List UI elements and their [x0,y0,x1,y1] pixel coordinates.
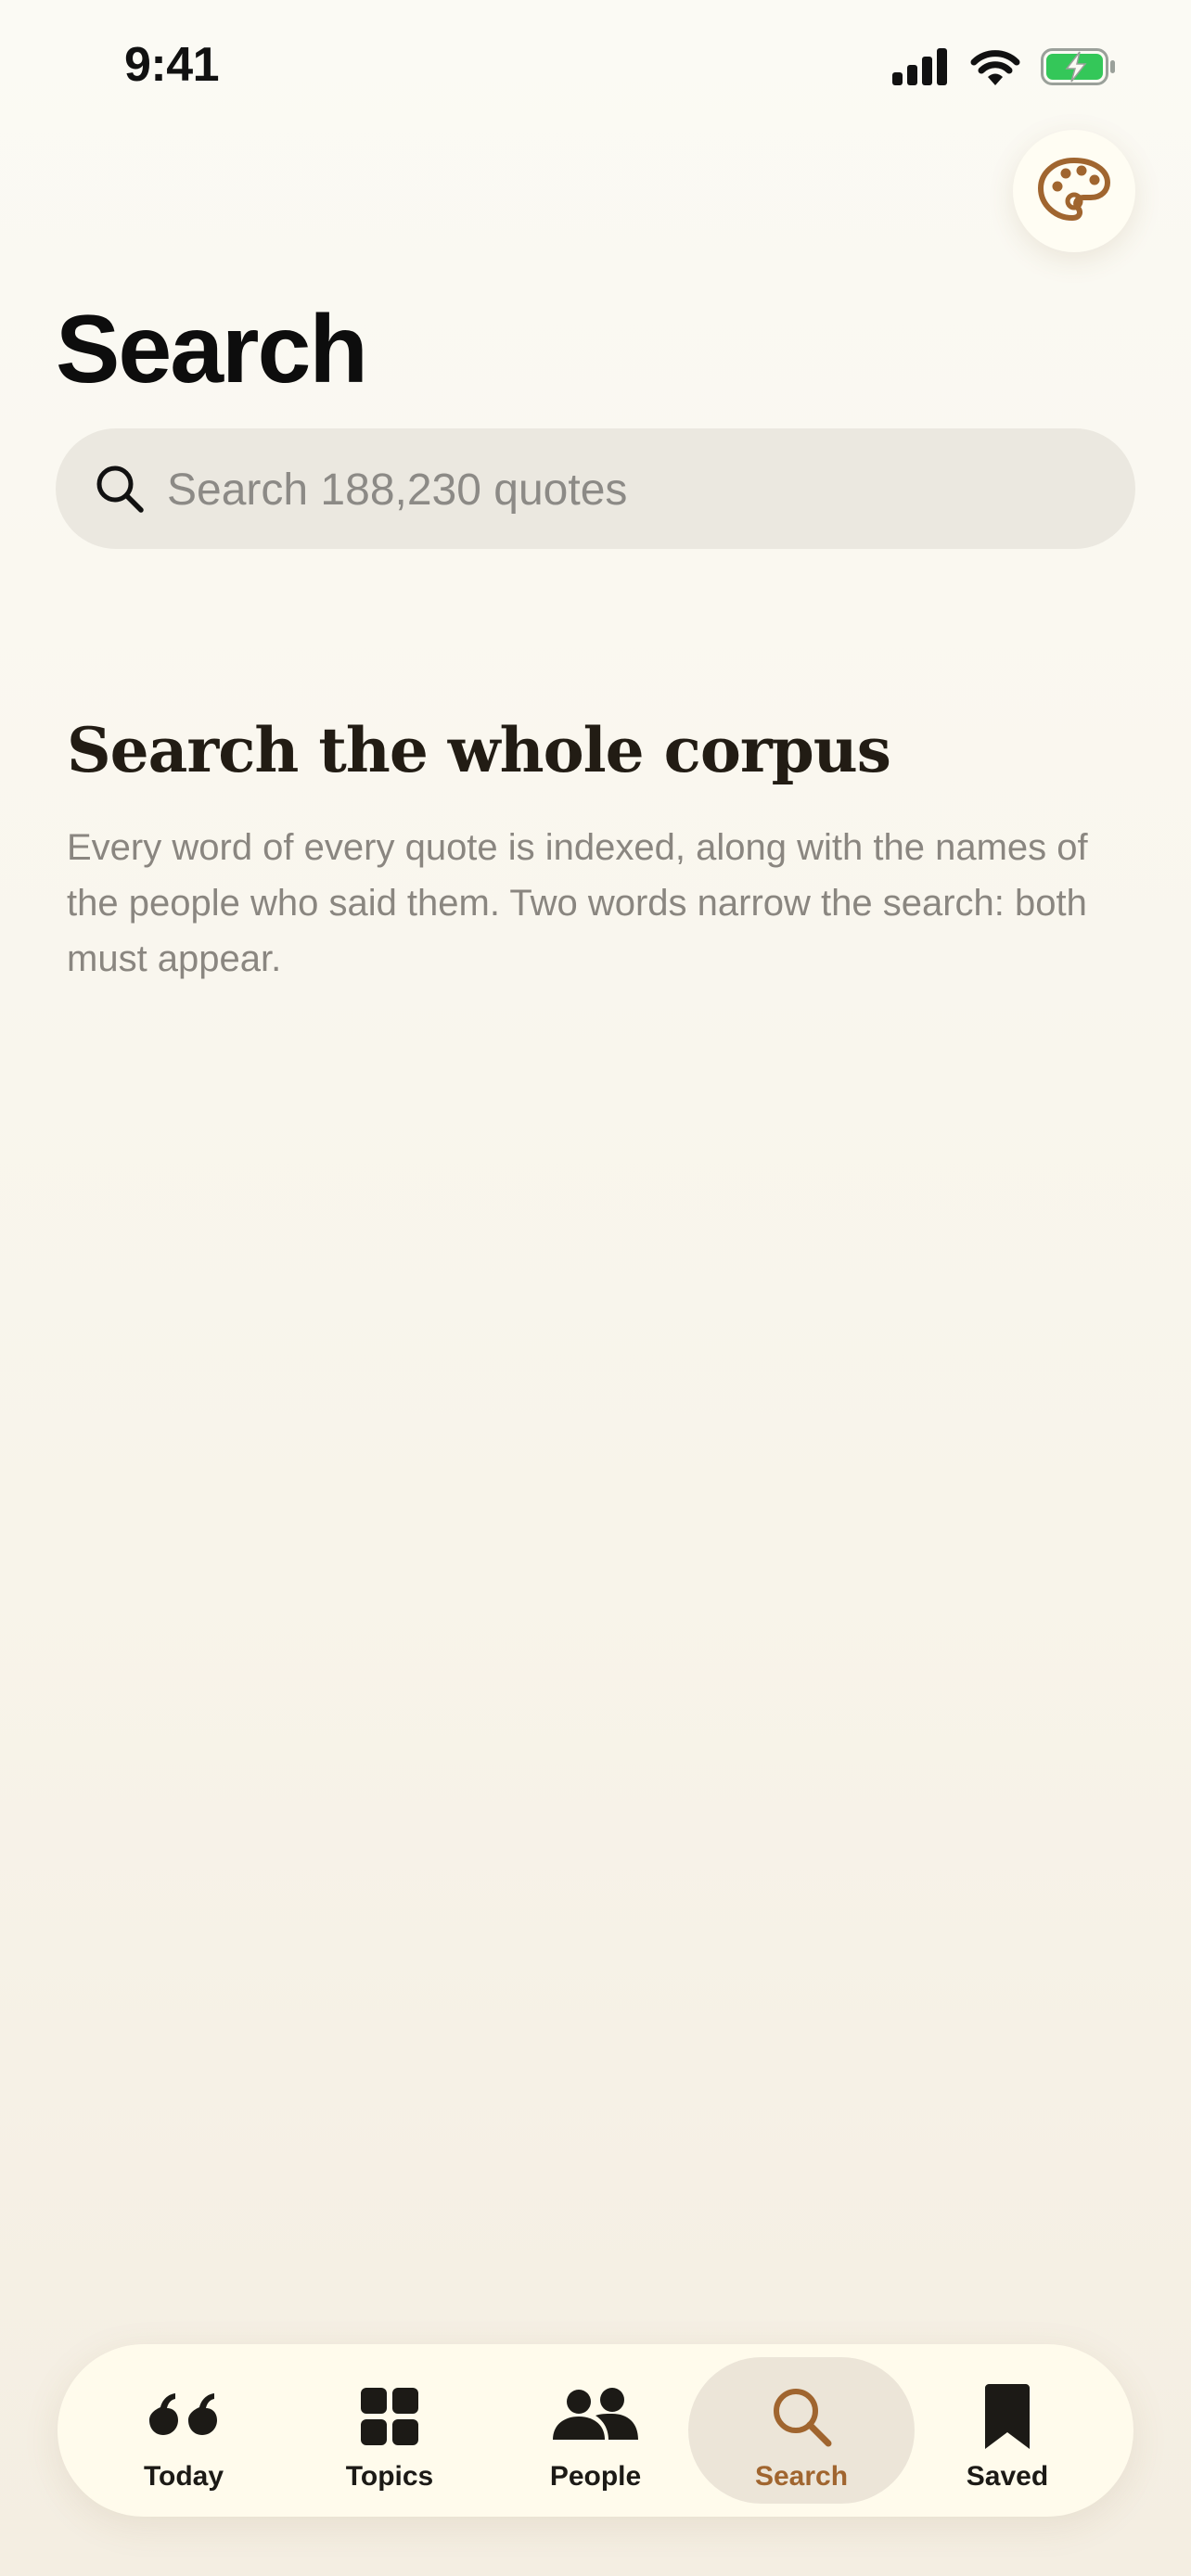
wifi-icon [970,48,1020,90]
tab-topics[interactable]: Topics [276,2357,503,2504]
tab-people[interactable]: People [482,2357,709,2504]
battery-charging-icon [1041,48,1117,90]
empty-state-title: Search the whole corpus [67,714,891,786]
search-icon [95,464,145,514]
people-icon [551,2385,640,2448]
cellular-signal-icon [892,48,950,90]
search-icon [770,2385,833,2448]
empty-state-description: Every word of every quote is indexed, al… [67,827,1088,979]
status-bar: 9:41 [0,0,1191,130]
tab-saved[interactable]: Saved [894,2357,1121,2504]
status-time: 9:41 [124,38,220,92]
tab-label: Topics [345,2461,434,2492]
grid-icon [359,2385,420,2448]
tab-label: Search [754,2461,849,2492]
tab-today[interactable]: Today [70,2357,297,2504]
tab-bar: Today Topics People Search Saved [58,2344,1133,2517]
quote-icon [146,2385,222,2448]
palette-icon [1037,157,1111,226]
status-icons [892,48,1117,90]
tab-label: Saved [966,2461,1049,2492]
tab-label: People [549,2461,642,2492]
tab-label: Today [143,2461,224,2492]
search-input[interactable] [165,428,1096,551]
theme-button[interactable] [1013,130,1135,252]
tab-search[interactable]: Search [688,2357,915,2504]
search-bar[interactable] [56,428,1135,551]
bookmark-icon [983,2384,1031,2449]
page-title: Search [56,296,368,403]
